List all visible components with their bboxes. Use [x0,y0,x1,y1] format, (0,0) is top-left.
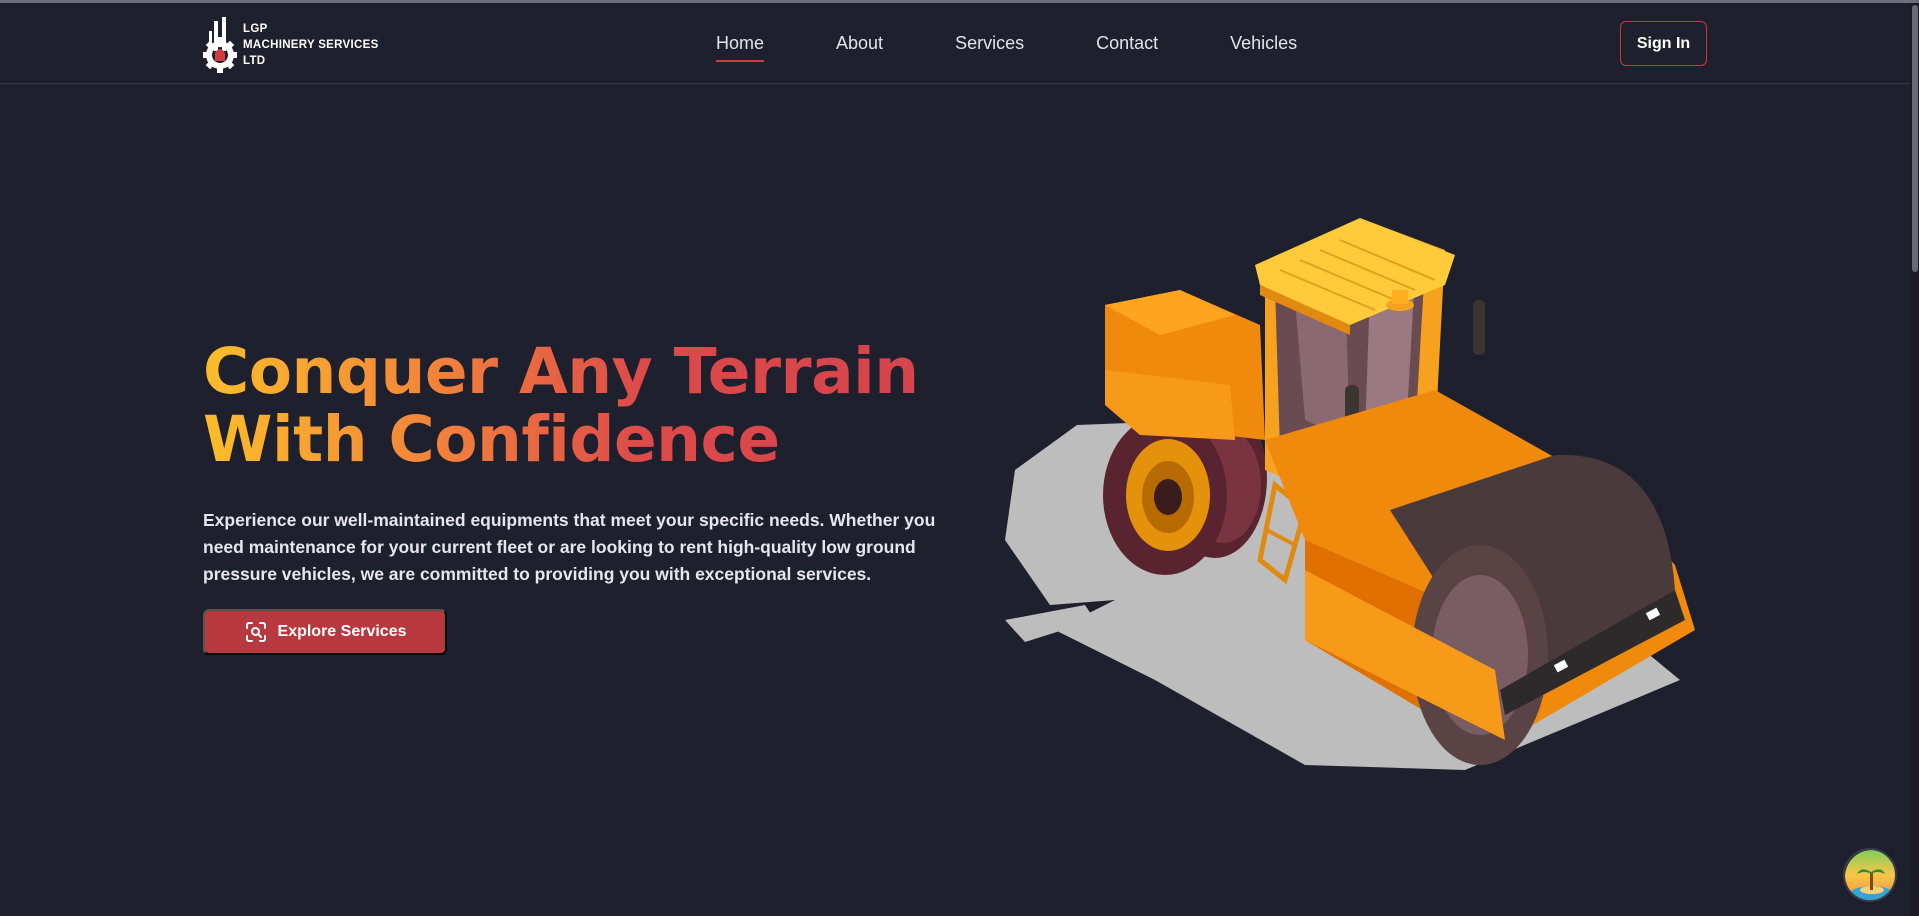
nav-services[interactable]: Services [955,33,1024,62]
hero-description: Experience our well-maintained equipment… [203,510,936,584]
brand-logo[interactable]: LGP MACHINERY SERVICES LTD [203,17,379,73]
brand-line-2: MACHINERY SERVICES [243,39,379,51]
hero-title-line-2: With Confidence [203,403,780,476]
nav-contact[interactable]: Contact [1096,33,1158,62]
sign-in-button[interactable]: Sign In [1620,21,1707,66]
floating-avatar-button[interactable] [1843,848,1897,902]
brand-line-3: LTD [243,55,266,67]
road-roller-illustration [1005,218,1695,770]
main-nav: Home About Services Contact Vehicles [716,33,1369,62]
scan-search-icon [245,622,266,642]
hero-title-line-1: Conquer Any Terrain [203,335,919,408]
island-avatar-icon [1845,850,1895,900]
explore-services-label: Explore Services [277,623,407,640]
brand-name: LGP MACHINERY SERVICES LTD [243,21,379,69]
nav-home[interactable]: Home [716,33,765,62]
nav-vehicles[interactable]: Vehicles [1230,33,1297,62]
brand-line-1: LGP [243,23,268,35]
hero-title: Conquer Any Terrain With Confidence [203,338,963,474]
nav-about[interactable]: About [836,33,883,62]
navbar: LGP MACHINERY SERVICES LTD Home About Se… [0,3,1919,84]
gear-logo-icon [203,17,237,73]
explore-services-button[interactable]: Explore Services [203,609,447,655]
scrollbar-thumb[interactable] [1912,5,1918,272]
